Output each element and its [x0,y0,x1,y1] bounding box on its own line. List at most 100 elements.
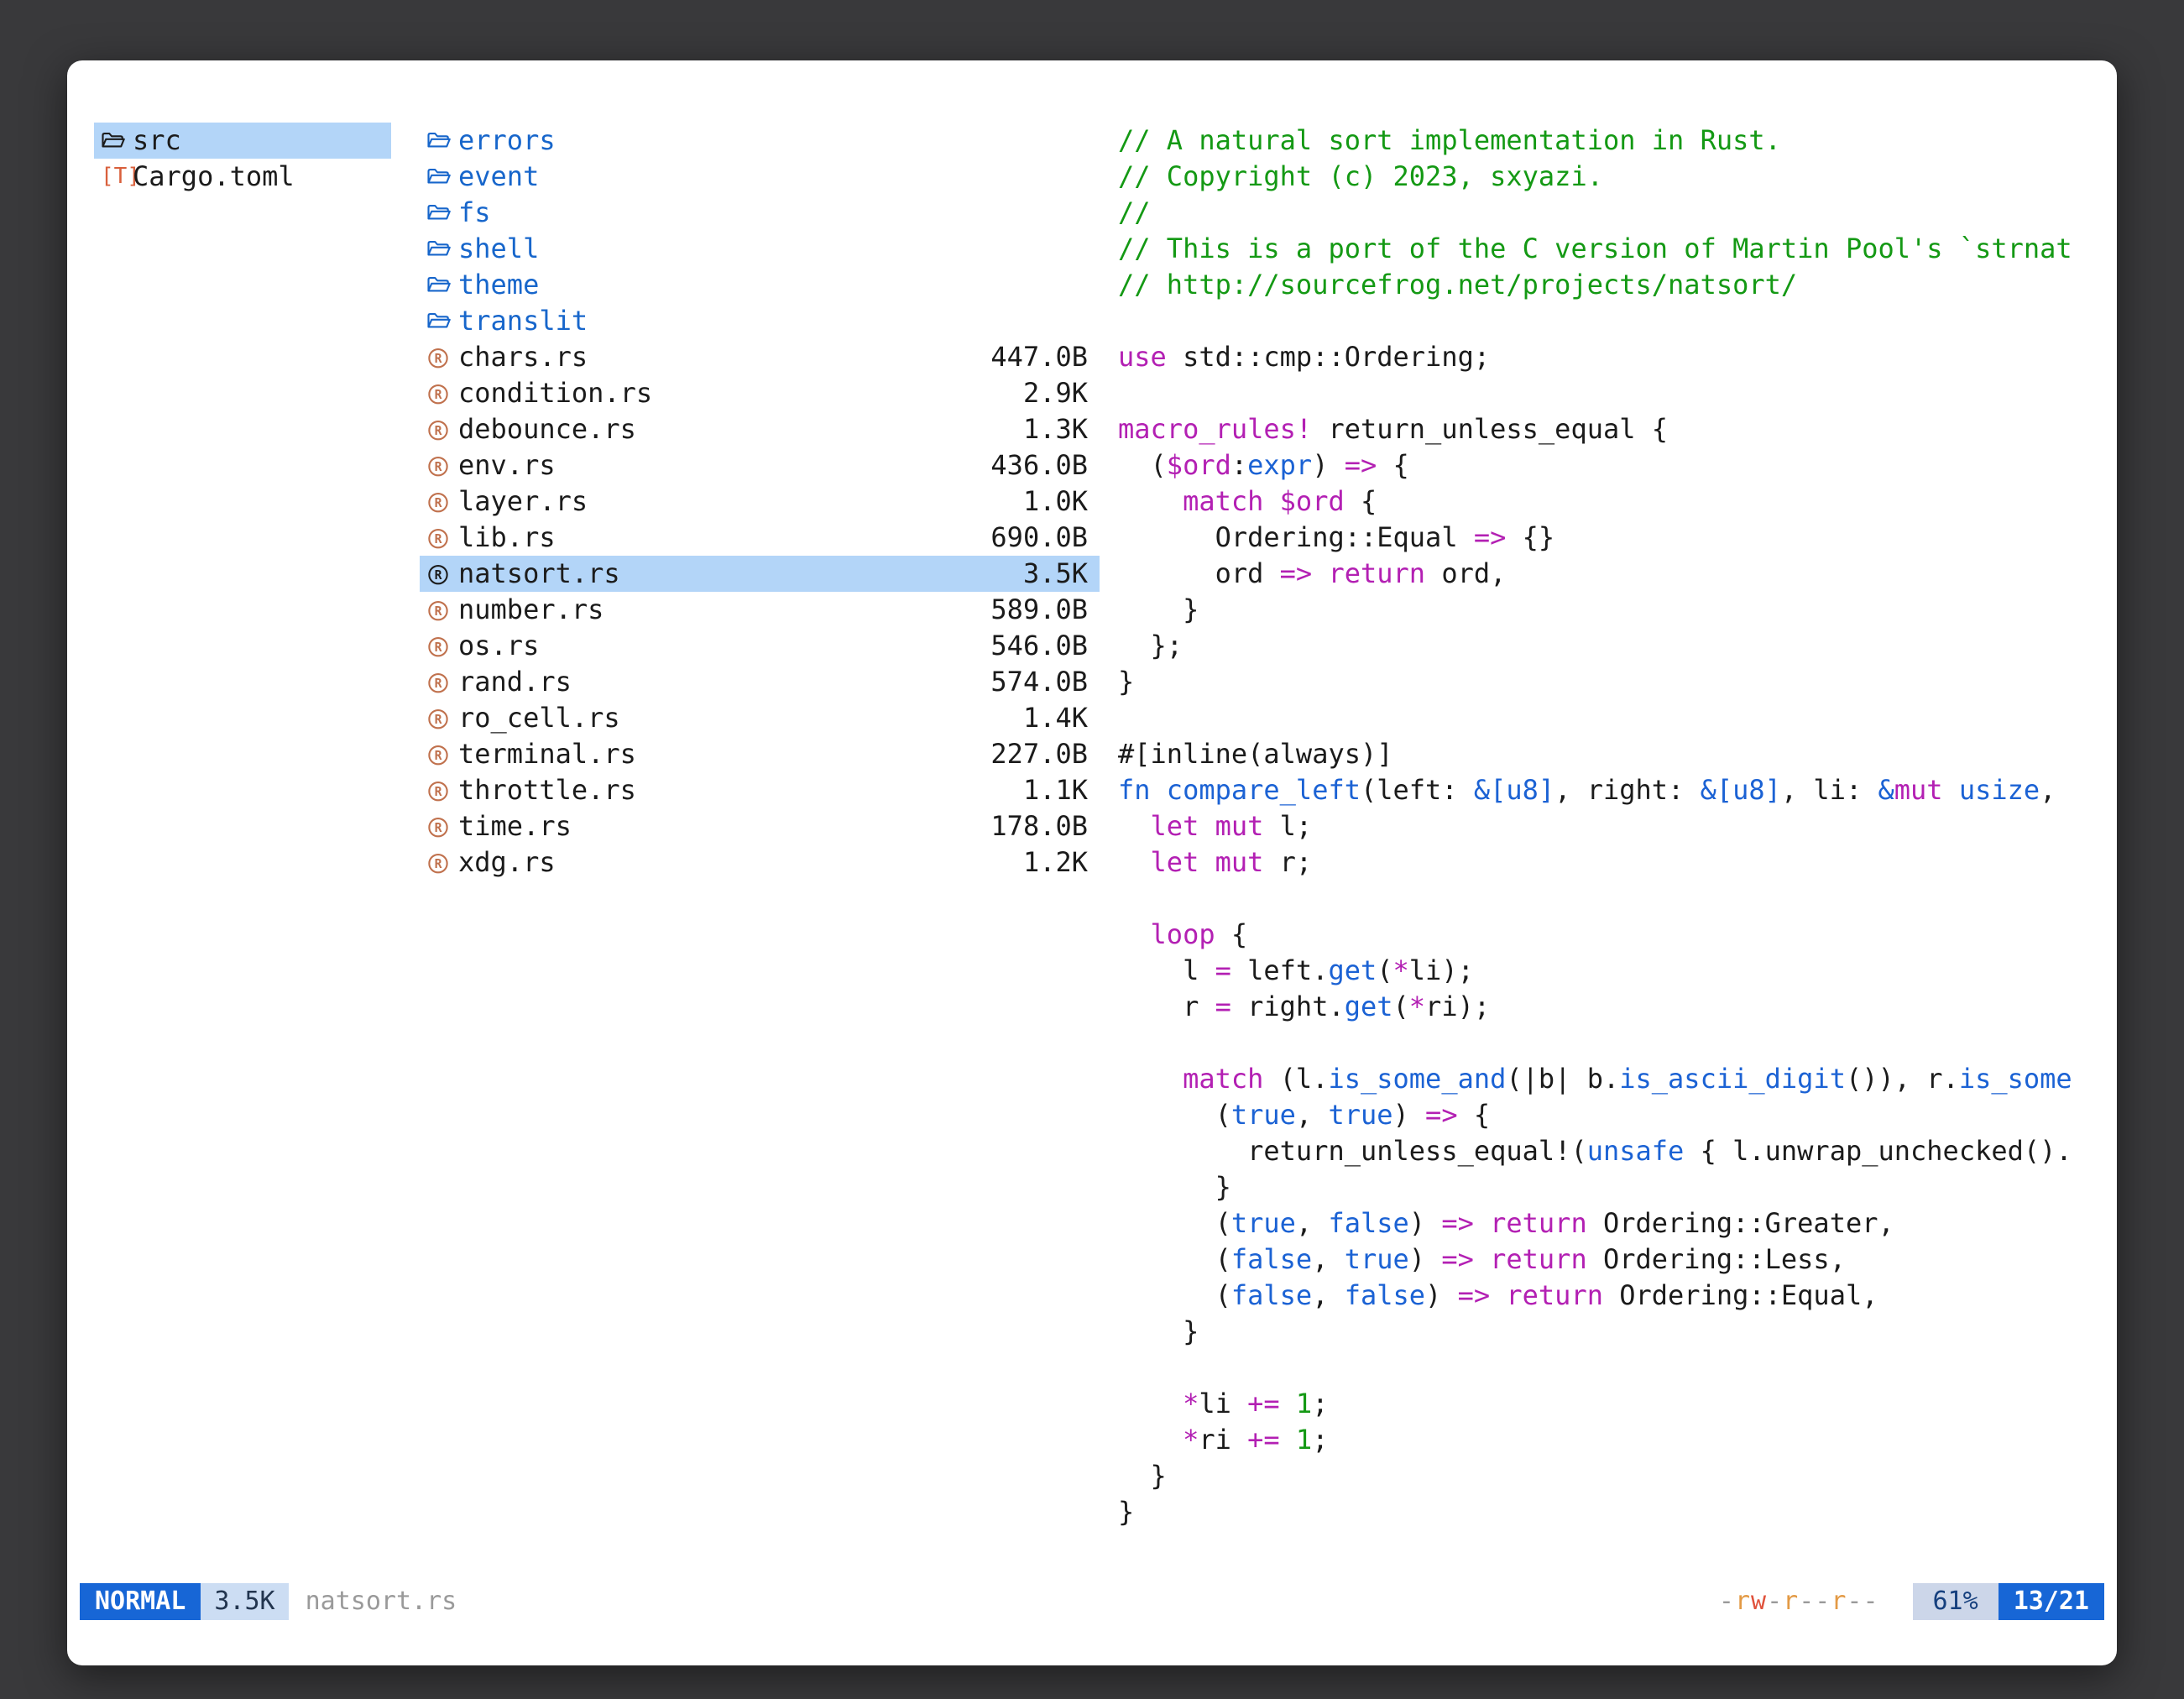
code-token: } [1118,593,1199,625]
code-line: (false, false) => return Ordering::Equal… [1118,1278,2110,1314]
folder-open-icon [426,166,452,187]
file-row-lib.rs[interactable]: Rlib.rs690.0B [420,520,1100,556]
status-filename: natsort.rs [306,1583,457,1620]
code-token: // This is a port of the C version of Ma… [1118,233,2072,264]
folder-open-icon [426,238,452,259]
file-row-number.rs[interactable]: Rnumber.rs589.0B [420,592,1100,628]
file-row-os.rs[interactable]: Ros.rs546.0B [420,628,1100,664]
file-row-layer.rs[interactable]: Rlayer.rs1.0K [420,484,1100,520]
folder-row-translit[interactable]: translit [420,303,1100,339]
code-token: match [1183,485,1263,517]
code-token [1263,485,1279,517]
folder-row-src[interactable]: src [94,123,391,159]
code-token: usize [1959,774,2040,806]
code-token: #[inline(always)] [1118,738,1393,770]
rust-file-icon: R [426,851,450,875]
file-row-condition.rs[interactable]: Rcondition.rs2.9K [420,375,1100,411]
rust-file-icon: R [426,346,458,369]
code-token: unsafe [1587,1135,1685,1167]
code-line: match (l.is_some_and(|b| b.is_ascii_digi… [1118,1061,2110,1097]
rust-file-icon: R [426,635,450,658]
code-token: { [1377,449,1409,481]
file-name-label: condition.rs [458,375,652,411]
code-line: }; [1118,628,2110,664]
rust-file-icon: R [426,671,458,694]
rust-file-icon: R [426,490,458,514]
svg-text:R: R [435,749,442,763]
code-token [1474,1207,1490,1239]
rust-file-icon: R [426,454,450,478]
svg-text:R: R [435,568,442,583]
code-token: r [1118,991,1215,1022]
svg-text:R: R [435,460,442,474]
folder-row-event[interactable]: event [420,159,1100,195]
code-token: get [1345,991,1393,1022]
status-bar: NORMAL 3.5K natsort.rs -rw-r--r-- 61% 13… [67,1583,2117,1620]
code-token: , [2040,774,2056,806]
code-token: ord [1118,557,1280,589]
rust-file-icon: R [426,562,450,586]
file-size-label: 178.0B [974,808,1088,844]
code-token: // Copyright (c) 2023, sxyazi. [1118,160,1603,192]
folder-row-errors[interactable]: errors [420,123,1100,159]
code-token: l; [1263,810,1312,842]
code-line [1118,700,2110,736]
code-token: * [1183,1424,1199,1456]
rust-file-icon: R [426,454,458,478]
file-name-label: chars.rs [458,339,588,375]
permission-char: w [1751,1587,1767,1616]
code-token: ( [1118,1099,1231,1131]
rust-file-icon: R [426,707,458,730]
file-row-rand.rs[interactable]: Rrand.rs574.0B [420,664,1100,700]
code-token: mut [1215,810,1264,842]
code-token: * [1183,1388,1199,1419]
toml-file-icon: [T] [101,159,133,195]
rust-file-icon: R [426,599,458,622]
panes-container: src[T]Cargo.toml errorseventfsshelltheme… [67,60,2117,1583]
code-line: // This is a port of the C version of Ma… [1118,231,2110,267]
code-token: // A natural sort implementation in Rust… [1118,124,1781,156]
permission-char: r [1831,1587,1847,1616]
file-name-label: rand.rs [458,664,572,700]
permission-char: - [1815,1587,1831,1616]
status-bar-left: NORMAL 3.5K natsort.rs [80,1583,457,1620]
code-token: Ordering::Equal, [1603,1279,1878,1311]
code-token: is_ascii_digit [1619,1063,1846,1095]
permission-char: - [1847,1587,1863,1616]
code-token: &[u8] [1701,774,1781,806]
folder-row-shell[interactable]: shell [420,231,1100,267]
file-row-debounce.rs[interactable]: Rdebounce.rs1.3K [420,411,1100,447]
code-token [1118,1424,1183,1456]
code-token: += [1247,1424,1280,1456]
file-row-chars.rs[interactable]: Rchars.rs447.0B [420,339,1100,375]
rust-file-icon: R [426,743,458,766]
file-row-natsort.rs[interactable]: Rnatsort.rs3.5K [420,556,1100,592]
code-token: use [1118,341,1167,373]
file-name-label: Cargo.toml [133,159,295,195]
file-row-Cargo.toml[interactable]: [T]Cargo.toml [94,159,391,195]
code-token: (l. [1263,1063,1328,1095]
folder-open-icon [101,130,133,151]
file-row-terminal.rs[interactable]: Rterminal.rs227.0B [420,736,1100,772]
code-token: ) [1409,1207,1442,1239]
file-row-time.rs[interactable]: Rtime.rs178.0B [420,808,1100,844]
folder-open-icon [426,274,458,295]
folder-row-theme[interactable]: theme [420,267,1100,303]
code-token: return [1490,1243,1587,1275]
file-name-label: env.rs [458,447,556,484]
code-token: ( [1393,991,1409,1022]
file-row-throttle.rs[interactable]: Rthrottle.rs1.1K [420,772,1100,808]
file-name-label: layer.rs [458,484,588,520]
file-row-xdg.rs[interactable]: Rxdg.rs1.2K [420,844,1100,881]
file-row-ro_cell.rs[interactable]: Rro_cell.rs1.4K [420,700,1100,736]
code-token: let [1151,846,1199,878]
code-token: r; [1263,846,1312,878]
permission-char: - [1767,1587,1783,1616]
file-name-label: event [458,159,539,195]
code-token [1280,1388,1296,1419]
file-row-env.rs[interactable]: Renv.rs436.0B [420,447,1100,484]
folder-row-fs[interactable]: fs [420,195,1100,231]
code-token [1118,810,1151,842]
code-token: , [1312,1243,1345,1275]
code-token: compare_left [1167,774,1361,806]
